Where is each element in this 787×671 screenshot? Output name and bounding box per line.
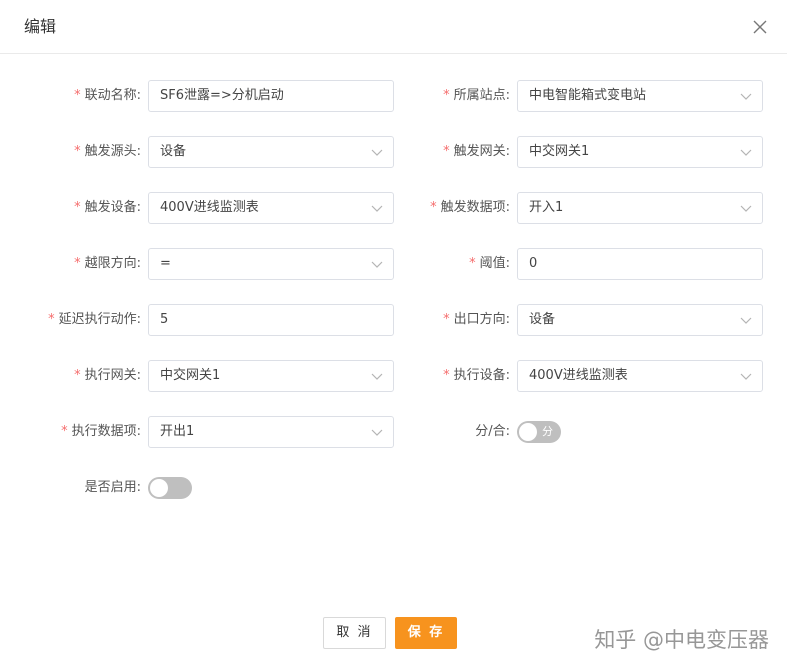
required-mark: * [443, 368, 450, 383]
watermark: 知乎 @中电变压器 [594, 628, 769, 652]
field-label-text: 所属站点: [453, 88, 510, 103]
form-row-6-right-label: * 执行设备: [443, 360, 510, 392]
required-mark: * [443, 312, 450, 327]
field-label-text: 延迟执行动作: [58, 312, 141, 327]
form-row: * 执行网关: 中交网关1 * 执行设备: 400V进线监测表 [0, 360, 787, 392]
form-row-2-right-select[interactable]: 中交网关1 [517, 136, 763, 168]
chevron-down-icon [371, 147, 383, 157]
form-row-1-left-input[interactable]: SF6泄露=>分机启动 [148, 80, 394, 112]
required-mark: * [443, 144, 450, 159]
required-mark: * [48, 312, 55, 327]
field-label-text: 越限方向: [84, 256, 141, 271]
field-value: 400V进线监测表 [529, 368, 628, 383]
save-button[interactable]: 保 存 [395, 617, 457, 649]
form-row-4-right-input[interactable]: 0 [517, 248, 763, 280]
switch-knob [519, 423, 537, 441]
form-row-2-left-label: * 触发源头: [74, 136, 141, 168]
form-row-8-left-switch[interactable] [148, 477, 192, 499]
form-row-7-right-switch[interactable]: 分 [517, 421, 561, 443]
form-row-4-right-label: * 阈值: [469, 248, 510, 280]
cancel-button[interactable]: 取 消 [323, 617, 386, 649]
form-row-7-right-label: 分/合: [475, 416, 510, 448]
form-row-2-left-select[interactable]: 设备 [148, 136, 394, 168]
edit-dialog: 编辑 * 联动名称: SF6泄露=>分机启动 * 所属站点: 中电智能箱式变电站 * 触发源头… [0, 0, 787, 671]
required-mark: * [443, 88, 450, 103]
chevron-down-icon [740, 371, 752, 381]
form-row-5-right-select[interactable]: 设备 [517, 304, 763, 336]
field-value: 中电智能箱式变电站 [529, 88, 647, 103]
field-value: 中交网关1 [160, 368, 221, 383]
form-row: * 延迟执行动作: 5 * 出口方向: 设备 [0, 304, 787, 336]
form-row-6-right-select[interactable]: 400V进线监测表 [517, 360, 763, 392]
field-value: 设备 [160, 144, 187, 159]
required-mark: * [430, 200, 437, 215]
field-value: 400V进线监测表 [160, 200, 259, 215]
field-label-text: 联动名称: [84, 88, 141, 103]
chevron-down-icon [371, 203, 383, 213]
field-label-text: 触发网关: [453, 144, 510, 159]
form-row-3-left-label: * 触发设备: [74, 192, 141, 224]
required-mark: * [74, 88, 81, 103]
field-value: 0 [529, 256, 538, 271]
required-mark: * [74, 200, 81, 215]
field-label-text: 阈值: [479, 256, 510, 271]
required-mark: * [469, 256, 476, 271]
form-row-6-left-select[interactable]: 中交网关1 [148, 360, 394, 392]
field-label-text: 触发源头: [84, 144, 141, 159]
form-row-1-right-label: * 所属站点: [443, 80, 510, 112]
form-row: * 触发源头: 设备 * 触发网关: 中交网关1 [0, 136, 787, 168]
field-value: 中交网关1 [529, 144, 590, 159]
form-row-1-left-label: * 联动名称: [74, 80, 141, 112]
field-value: 设备 [529, 312, 556, 327]
field-label-text: 出口方向: [453, 312, 510, 327]
form-row: * 执行数据项: 开出1 分/合: 分 [0, 416, 787, 448]
required-mark: * [74, 368, 81, 383]
form-row: 是否启用: [0, 472, 787, 504]
field-label-text: 执行数据项: [71, 424, 141, 439]
field-label-text: 是否启用: [84, 480, 141, 495]
field-label-text: 分/合: [475, 424, 510, 439]
form-row-4-left-label: * 越限方向: [74, 248, 141, 280]
chevron-down-icon [371, 427, 383, 437]
form-row-1-right-select[interactable]: 中电智能箱式变电站 [517, 80, 763, 112]
form-row: * 联动名称: SF6泄露=>分机启动 * 所属站点: 中电智能箱式变电站 [0, 80, 787, 112]
chevron-down-icon [740, 91, 752, 101]
dialog-title: 编辑 [24, 17, 57, 36]
field-label-text: 触发设备: [84, 200, 141, 215]
form-row-7-left-label: * 执行数据项: [61, 416, 141, 448]
field-label-text: 执行设备: [453, 368, 510, 383]
form-row: * 触发设备: 400V进线监测表 * 触发数据项: 开入1 [0, 192, 787, 224]
dialog-header: 编辑 [0, 0, 787, 54]
required-mark: * [74, 256, 81, 271]
chevron-down-icon [371, 259, 383, 269]
chevron-down-icon [740, 315, 752, 325]
field-label-text: 触发数据项: [440, 200, 510, 215]
form-row-3-right-select[interactable]: 开入1 [517, 192, 763, 224]
form-row-5-right-label: * 出口方向: [443, 304, 510, 336]
chevron-down-icon [740, 203, 752, 213]
form-row-7-left-select[interactable]: 开出1 [148, 416, 394, 448]
field-value: SF6泄露=>分机启动 [160, 88, 284, 103]
form-row: * 越限方向: = * 阈值: 0 [0, 248, 787, 280]
field-label-text: 执行网关: [84, 368, 141, 383]
switch-knob [150, 479, 168, 497]
field-value: = [160, 256, 171, 271]
form-row-5-left-label: * 延迟执行动作: [48, 304, 141, 336]
form-row-8-left-label: 是否启用: [85, 472, 141, 504]
required-mark: * [74, 144, 81, 159]
required-mark: * [61, 424, 68, 439]
chevron-down-icon [740, 147, 752, 157]
field-value: 开出1 [160, 424, 195, 439]
form-row-3-left-select[interactable]: 400V进线监测表 [148, 192, 394, 224]
form-row-3-right-label: * 触发数据项: [430, 192, 510, 224]
field-value: 5 [160, 312, 169, 327]
switch-text: 分 [542, 425, 553, 438]
form-row-6-left-label: * 执行网关: [74, 360, 141, 392]
form-row-4-left-select[interactable]: = [148, 248, 394, 280]
form-row-2-right-label: * 触发网关: [443, 136, 510, 168]
close-icon[interactable] [753, 20, 767, 34]
form-row-5-left-input[interactable]: 5 [148, 304, 394, 336]
chevron-down-icon [371, 371, 383, 381]
field-value: 开入1 [529, 200, 564, 215]
